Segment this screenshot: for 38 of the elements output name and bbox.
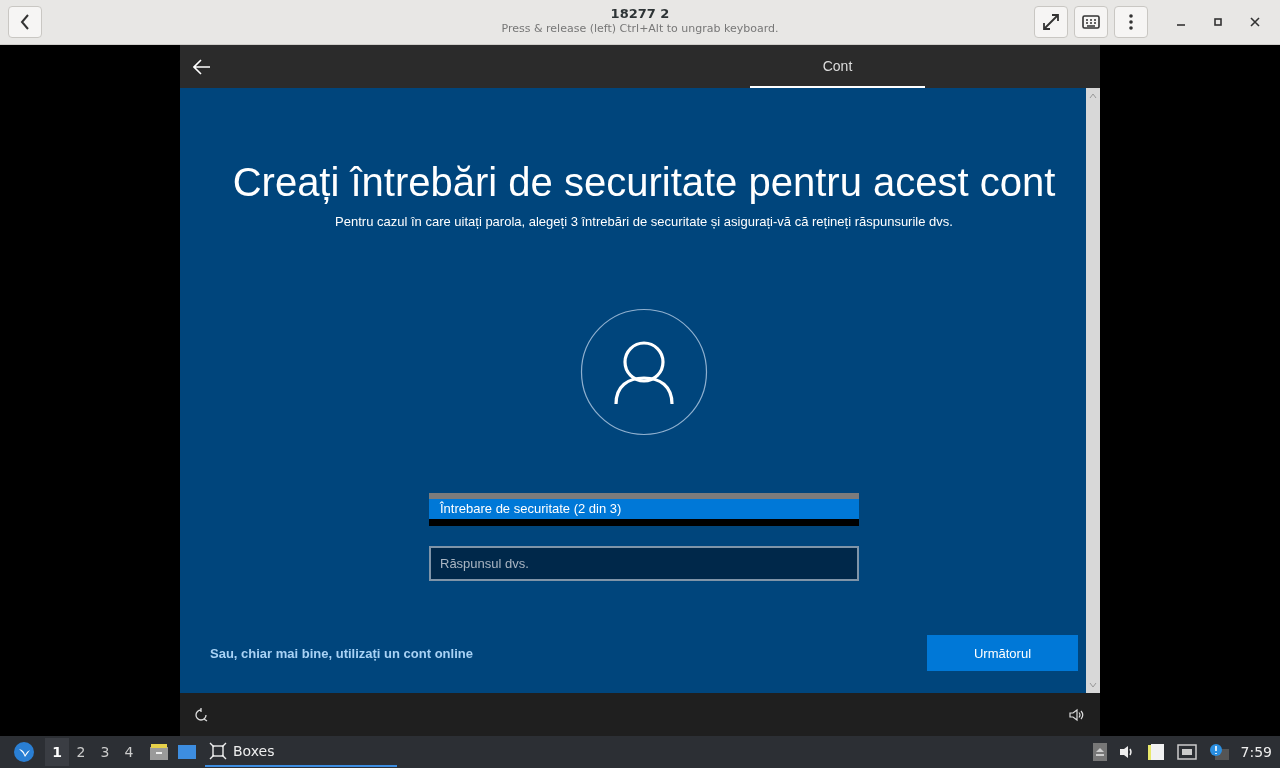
dropdown-option[interactable]: Întrebare de securitate (2 din 3) bbox=[429, 499, 859, 519]
workspace-button[interactable]: 3 bbox=[93, 738, 117, 766]
workspace-button[interactable]: 4 bbox=[117, 738, 141, 766]
boxes-icon bbox=[209, 742, 227, 760]
clipboard-icon[interactable] bbox=[1146, 743, 1165, 761]
next-button[interactable]: Următorul bbox=[927, 635, 1078, 671]
speaker-icon[interactable] bbox=[1069, 707, 1085, 722]
window-title: 18277 2 bbox=[610, 6, 670, 21]
back-button[interactable] bbox=[8, 6, 42, 38]
page-heading: Creați întrebări de securitate pentru acest cont bbox=[232, 159, 1056, 206]
expand-icon bbox=[1042, 13, 1060, 31]
notification-icon[interactable] bbox=[1208, 743, 1229, 761]
volume-icon[interactable] bbox=[1118, 745, 1135, 759]
question-dropdown-list[interactable]: Întrebare de securitate (2 din 3) bbox=[429, 493, 859, 526]
back-icon bbox=[19, 14, 31, 30]
fullscreen-button[interactable] bbox=[1034, 6, 1068, 38]
keyboard-button[interactable] bbox=[1074, 6, 1108, 38]
eject-icon[interactable] bbox=[1092, 743, 1107, 761]
clock: 7:59 bbox=[1240, 744, 1272, 760]
online-account-link[interactable]: Sau, chiar mai bine, utilizați un cont online bbox=[210, 645, 473, 661]
accessibility-icon[interactable] bbox=[193, 706, 209, 723]
maximize-icon[interactable] bbox=[1214, 18, 1222, 26]
workspace-button[interactable]: 1 bbox=[45, 738, 69, 766]
back-arrow-icon[interactable] bbox=[193, 58, 211, 75]
workspace-button[interactable]: 2 bbox=[69, 738, 93, 766]
file-cabinet-icon[interactable] bbox=[149, 743, 169, 761]
network-icon[interactable] bbox=[1176, 744, 1197, 760]
start-menu-icon[interactable] bbox=[13, 741, 35, 763]
keyboard-icon bbox=[1082, 15, 1100, 29]
window-subtitle: Press & release (left) Ctrl+Alt to ungrab keyboard. bbox=[501, 22, 779, 35]
user-avatar-icon bbox=[580, 308, 708, 436]
close-icon[interactable] bbox=[1250, 17, 1260, 27]
answer-field[interactable]: Răspunsul dvs. bbox=[429, 546, 859, 581]
menu-icon bbox=[1129, 14, 1133, 30]
page-subtitle: Pentru cazul în care uitați parola, alegeți 3 întrebări de securitate și asigurați-vă că rețineți răspunsurile dvs. bbox=[335, 213, 953, 231]
menu-button[interactable] bbox=[1114, 6, 1148, 38]
desktop-icon[interactable] bbox=[177, 744, 197, 760]
taskbar-task[interactable]: Boxes bbox=[205, 737, 397, 767]
